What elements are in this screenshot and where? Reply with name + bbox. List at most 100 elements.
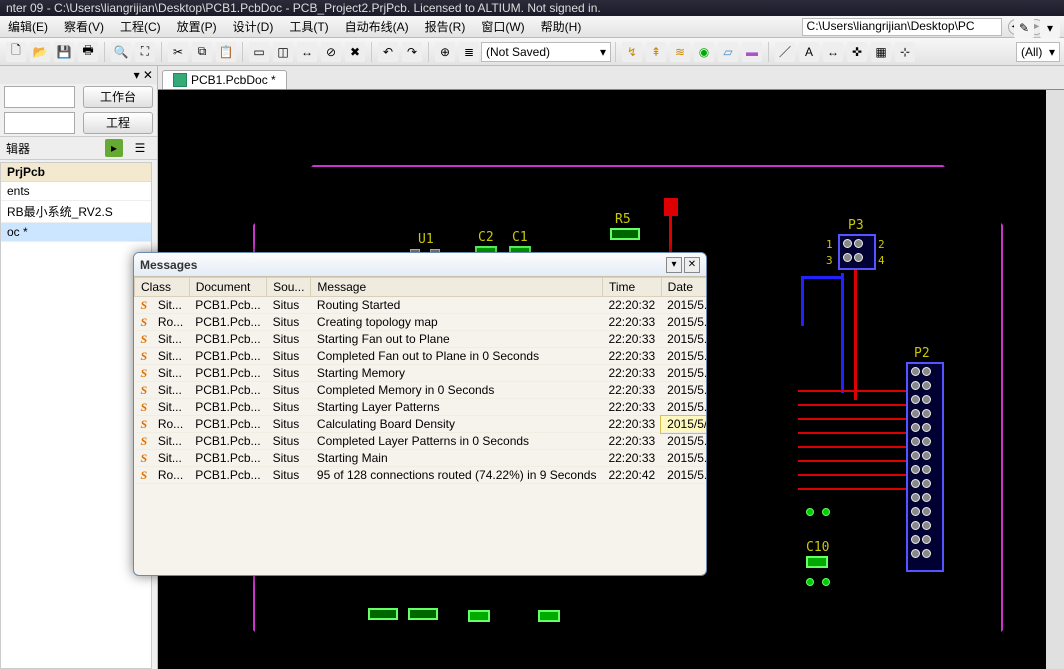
origin-icon[interactable]: ✜ — [847, 42, 867, 62]
route-multi-icon[interactable]: ≋ — [670, 42, 690, 62]
deselect-icon[interactable]: ⊘ — [321, 42, 341, 62]
toolbar: 🗋 📂 💾 🖶 🔍 ⛶ ✂ ⧉ 📋 ▭ ◫ ↔ ⊘ ✖ ↶ ↷ ⊕ ≣ (Not… — [0, 38, 1064, 66]
designator-c10: C10 — [806, 540, 829, 555]
messages-window[interactable]: Messages ▾ ✕ Class Document Sou... Messa… — [133, 252, 707, 576]
clear-icon[interactable]: ✖ — [345, 42, 365, 62]
save-icon[interactable]: 💾 — [54, 42, 74, 62]
table-row[interactable]: S Sit...PCB1.Pcb...SitusStarting Main22:… — [135, 450, 707, 467]
comp-icon[interactable]: ▦ — [871, 42, 891, 62]
tree-root[interactable]: PrjPcb — [1, 163, 151, 182]
menu-design[interactable]: 设计(D) — [225, 16, 282, 37]
menu-window[interactable]: 窗口(W) — [473, 16, 532, 37]
tree-item[interactable]: RB最小系统_RV2.S — [1, 201, 151, 223]
tab-pcbdoc[interactable]: PCB1.PcbDoc * — [162, 70, 287, 89]
trace — [798, 404, 906, 406]
route-icon[interactable]: ↯ — [622, 42, 642, 62]
messages-titlebar[interactable]: Messages ▾ ✕ — [134, 253, 706, 277]
workspace-button[interactable]: 工作台 — [83, 86, 153, 108]
close-icon[interactable]: ✕ — [684, 257, 700, 273]
pin-num: 2 — [878, 238, 885, 251]
compile-icon[interactable]: ▸ — [105, 139, 123, 157]
redo-icon[interactable]: ↷ — [402, 42, 422, 62]
col-message[interactable]: Message — [311, 278, 603, 297]
paste-icon[interactable]: 📋 — [216, 42, 236, 62]
route-diff-icon[interactable]: ⇞ — [646, 42, 666, 62]
status-icon: S — [141, 400, 155, 414]
select-touch-icon[interactable]: ◫ — [273, 42, 293, 62]
trace — [798, 488, 906, 490]
table-row[interactable]: S Sit...PCB1.Pcb...SitusRouting Started2… — [135, 297, 707, 314]
menu-view[interactable]: 察看(V) — [56, 16, 112, 37]
panel-section-label: 辑器 — [6, 140, 30, 157]
table-row[interactable]: S Sit...PCB1.Pcb...SitusStarting Memory2… — [135, 365, 707, 382]
cut-icon[interactable]: ✂ — [168, 42, 188, 62]
separator — [615, 42, 616, 62]
pencil-icon[interactable]: ✎ — [1014, 18, 1034, 38]
col-time[interactable]: Time — [602, 278, 661, 297]
table-row[interactable]: S Ro...PCB1.Pcb...SitusCreating topology… — [135, 314, 707, 331]
project-combo[interactable] — [4, 112, 75, 134]
poly-icon[interactable]: ▱ — [718, 42, 738, 62]
table-row[interactable]: S Sit...PCB1.Pcb...SitusStarting Fan out… — [135, 331, 707, 348]
line-icon[interactable]: ／ — [775, 42, 795, 62]
address-bar[interactable]: C:\Users\liangrijian\Desktop\PC — [802, 18, 1002, 36]
vertical-scrollbar[interactable] — [1046, 90, 1064, 669]
col-class[interactable]: Class — [135, 278, 190, 297]
fill-icon[interactable]: ▬ — [742, 42, 762, 62]
table-row[interactable]: S Sit...PCB1.Pcb...SitusCompleted Memory… — [135, 382, 707, 399]
table-row[interactable]: S Sit...PCB1.Pcb...SitusCompleted Fan ou… — [135, 348, 707, 365]
table-row[interactable]: S Ro...PCB1.Pcb...SitusCalculating Board… — [135, 416, 707, 433]
cross-probe-icon[interactable]: ⊕ — [435, 42, 455, 62]
menu-autoroute[interactable]: 自动布线(A) — [337, 16, 417, 37]
menu-project[interactable]: 工程(C) — [112, 16, 169, 37]
zoom-area-icon[interactable]: 🔍 — [111, 42, 131, 62]
new-doc-icon[interactable]: 🗋 — [6, 42, 26, 62]
table-row[interactable]: S Ro...PCB1.Pcb...Situs95 of 128 connect… — [135, 467, 707, 484]
copy-icon[interactable]: ⧉ — [192, 42, 212, 62]
status-icon: S — [141, 434, 155, 448]
select-rect-icon[interactable]: ▭ — [249, 42, 269, 62]
string-icon[interactable]: A — [799, 42, 819, 62]
table-row[interactable]: S Sit...PCB1.Pcb...SitusCompleted Layer … — [135, 433, 707, 450]
tree-item-selected[interactable]: oc * — [1, 223, 151, 242]
via-icon[interactable]: ◉ — [694, 42, 714, 62]
dimension-icon[interactable]: ↔ — [823, 42, 843, 62]
workspace-combo[interactable] — [4, 86, 75, 108]
project-tree[interactable]: PrjPcb ents RB最小系统_RV2.S oc * — [0, 162, 152, 669]
filter-combo[interactable]: (All)▾ — [1016, 42, 1060, 62]
status-icon: S — [141, 349, 155, 363]
title-bar: nter 09 - C:\Users\liangrijian\Desktop\P… — [0, 0, 1064, 16]
project-button[interactable]: 工程 — [83, 112, 153, 134]
menu-report[interactable]: 报告(R) — [417, 16, 474, 37]
print-icon[interactable]: 🖶 — [78, 42, 98, 62]
col-document[interactable]: Document — [189, 278, 266, 297]
panel-header: ▾ ✕ — [0, 66, 157, 84]
dropdown-icon[interactable]: ▾ — [666, 257, 682, 273]
messages-body[interactable]: Class Document Sou... Message Time Date … — [134, 277, 706, 575]
col-date[interactable]: Date — [661, 278, 706, 297]
coord-icon[interactable]: ⊹ — [895, 42, 915, 62]
separator — [161, 42, 162, 62]
menu-place[interactable]: 放置(P) — [169, 16, 225, 37]
menu-help[interactable]: 帮助(H) — [533, 16, 590, 37]
zoom-fit-icon[interactable]: ⛶ — [135, 42, 155, 62]
diff-combo[interactable]: (Not Saved)▾ — [481, 42, 611, 62]
open-icon[interactable]: 📂 — [30, 42, 50, 62]
table-row[interactable]: S Sit...PCB1.Pcb...SitusStarting Layer P… — [135, 399, 707, 416]
undo-icon[interactable]: ↶ — [378, 42, 398, 62]
menu-tools[interactable]: 工具(T) — [281, 16, 336, 37]
menu-edit[interactable]: 编辑(E) — [0, 16, 56, 37]
separator — [371, 42, 372, 62]
browse-icon[interactable]: ≣ — [459, 42, 479, 62]
col-source[interactable]: Sou... — [267, 278, 311, 297]
tree-item[interactable]: ents — [1, 182, 151, 201]
panel-dropdown-icon[interactable]: ▾ ✕ — [134, 68, 153, 82]
structure-icon[interactable]: ☰ — [131, 139, 149, 157]
status-icon: S — [141, 315, 155, 329]
dropdown-icon[interactable]: ▾ — [1040, 18, 1060, 38]
via — [822, 578, 830, 586]
status-icon: S — [141, 383, 155, 397]
trace — [798, 390, 906, 392]
designator-p2: P2 — [914, 346, 930, 361]
move-icon[interactable]: ↔ — [297, 42, 317, 62]
